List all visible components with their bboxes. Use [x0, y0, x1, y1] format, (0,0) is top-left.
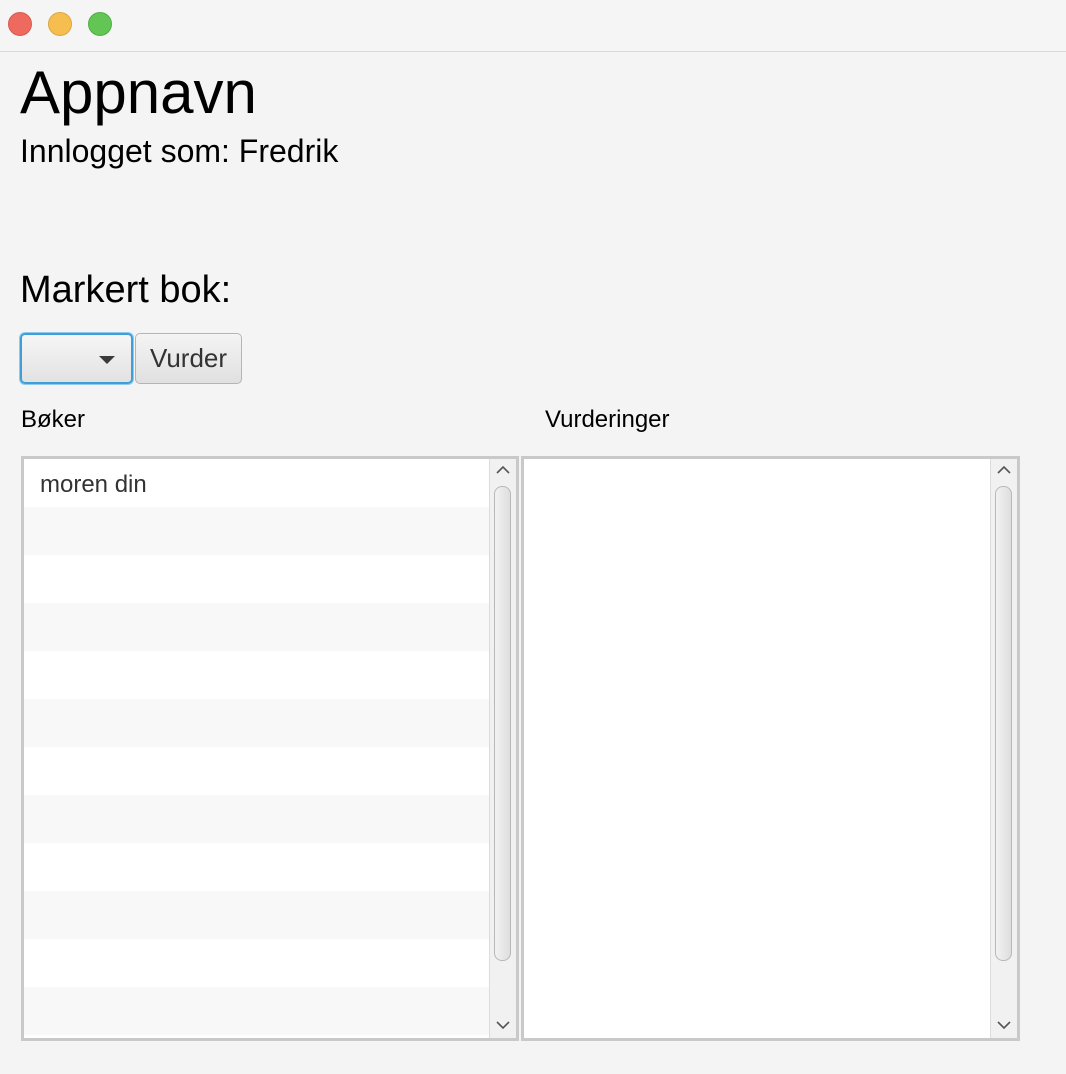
books-scrollbar-thumb[interactable] [494, 486, 511, 961]
ratings-list-rows [524, 459, 990, 1038]
minimize-window-button[interactable] [48, 12, 72, 36]
books-header: Bøker [21, 406, 86, 433]
ratings-scrollbar-thumb[interactable] [995, 486, 1012, 961]
selected-book-label: Markert bok: [20, 269, 232, 311]
window-titlebar [0, 0, 1066, 52]
app-window: Appnavn Innlogget som: Fredrik Markert b… [0, 0, 1066, 1074]
chevron-down-icon [99, 356, 115, 364]
list-item[interactable] [24, 747, 489, 795]
list-item[interactable] [24, 699, 489, 747]
list-item[interactable]: moren din [24, 459, 489, 507]
app-title: Appnavn [20, 59, 257, 126]
list-item[interactable] [24, 555, 489, 603]
list-item[interactable] [24, 795, 489, 843]
book-combo-box[interactable] [20, 333, 133, 384]
chevron-down-icon [997, 1021, 1011, 1030]
list-item[interactable] [24, 939, 489, 987]
books-list[interactable]: moren din [21, 456, 519, 1041]
rate-button[interactable]: Vurder [135, 333, 242, 384]
zoom-window-button[interactable] [88, 12, 112, 36]
ratings-header: Vurderinger [545, 406, 670, 433]
list-item[interactable] [24, 891, 489, 939]
close-window-button[interactable] [8, 12, 32, 36]
list-item[interactable] [24, 507, 489, 555]
books-list-rows: moren din [24, 459, 489, 1038]
ratings-list-scrollbar[interactable] [990, 459, 1017, 1038]
list-item[interactable] [24, 843, 489, 891]
scroll-down-button[interactable] [991, 1014, 1017, 1038]
list-item[interactable] [24, 651, 489, 699]
list-item[interactable] [24, 603, 489, 651]
ratings-list[interactable] [521, 456, 1020, 1041]
logged-in-label: Innlogget som: Fredrik [20, 133, 339, 169]
chevron-up-icon [997, 465, 1011, 474]
list-item[interactable] [24, 987, 489, 1035]
books-list-scrollbar[interactable] [489, 459, 516, 1038]
scroll-up-button[interactable] [991, 459, 1017, 483]
scroll-down-button[interactable] [490, 1014, 516, 1038]
scroll-up-button[interactable] [490, 459, 516, 483]
chevron-up-icon [496, 465, 510, 474]
chevron-down-icon [496, 1021, 510, 1030]
